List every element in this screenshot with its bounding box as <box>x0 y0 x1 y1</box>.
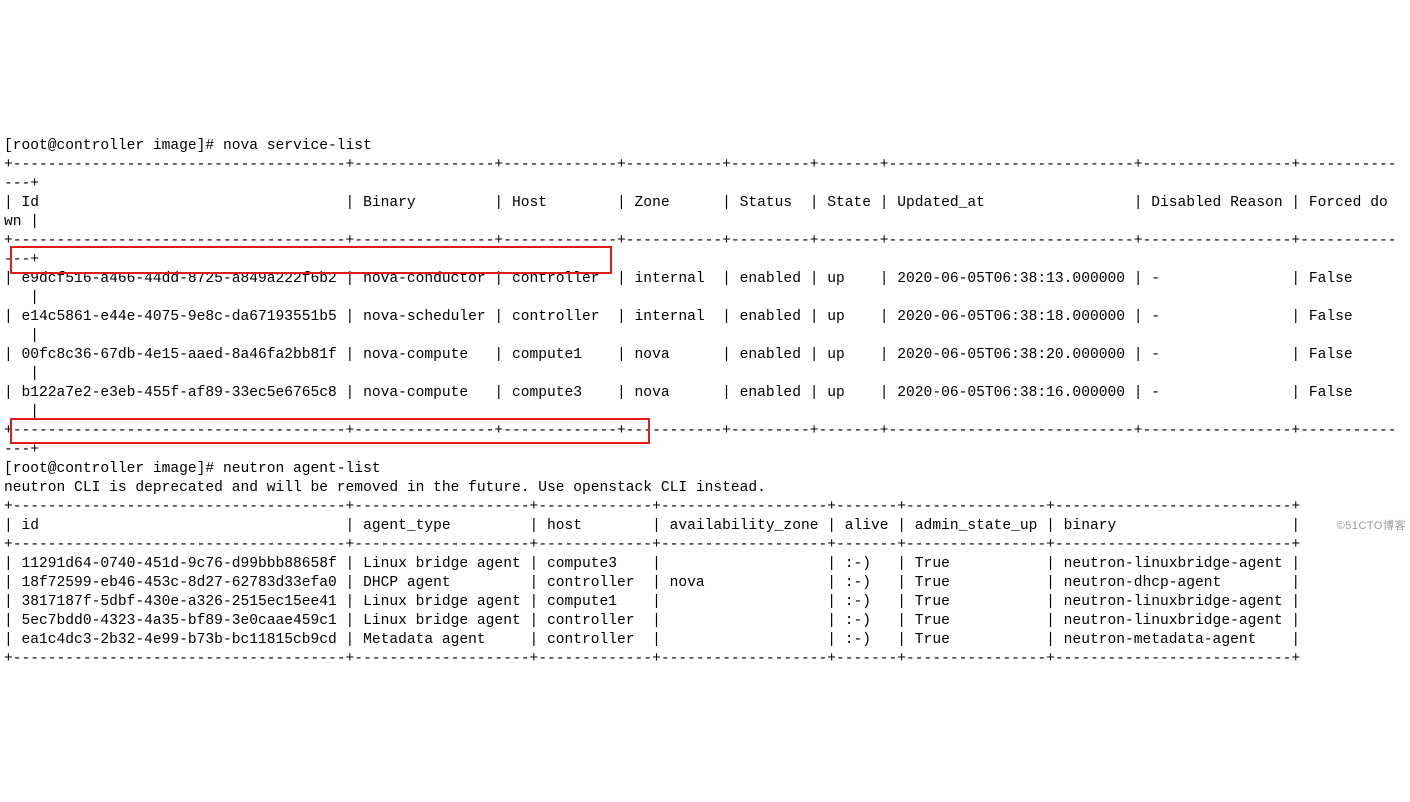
terminal-line: | <box>4 365 1406 384</box>
terminal-line: | 18f72599-eb46-453c-8d27-62783d33efa0 |… <box>4 574 1406 593</box>
terminal-line: | 00fc8c36-67db-4e15-aaed-8a46fa2bb81f |… <box>4 346 1406 365</box>
terminal-line: neutron CLI is deprecated and will be re… <box>4 479 1406 498</box>
terminal-line: +--------------------------------------+… <box>4 536 1406 555</box>
terminal-line: ---+ <box>4 441 1406 460</box>
terminal-line: | e14c5861-e44e-4075-9e8c-da67193551b5 |… <box>4 308 1406 327</box>
terminal-line: | e9dcf516-a466-44dd-8725-a849a222f6b2 |… <box>4 270 1406 289</box>
terminal-line: | Id | Binary | Host | Zone | Status | S… <box>4 194 1406 213</box>
terminal-line: +--------------------------------------+… <box>4 498 1406 517</box>
terminal-line: | <box>4 289 1406 308</box>
watermark: ©51CTO博客 <box>1337 517 1406 536</box>
terminal-line: | 11291d64-0740-451d-9c76-d99bbb88658f |… <box>4 555 1406 574</box>
terminal-line: | <box>4 327 1406 346</box>
terminal-line: +--------------------------------------+… <box>4 232 1406 251</box>
terminal-line: | 5ec7bdd0-4323-4a35-bf89-3e0caae459c1 |… <box>4 612 1406 631</box>
terminal-line: | b122a7e2-e3eb-455f-af89-33ec5e6765c8 |… <box>4 384 1406 403</box>
terminal-line: | id | agent_type | host | availability_… <box>4 517 1406 536</box>
terminal-line: +--------------------------------------+… <box>4 650 1406 669</box>
terminal-line: +--------------------------------------+… <box>4 156 1406 175</box>
terminal-output: [root@controller image]# nova service-li… <box>4 137 1406 669</box>
terminal-line: +--------------------------------------+… <box>4 422 1406 441</box>
terminal-line: wn | <box>4 213 1406 232</box>
terminal-line: [root@controller image]# neutron agent-l… <box>4 460 1406 479</box>
terminal-line: [root@controller image]# nova service-li… <box>4 137 1406 156</box>
terminal-line: | ea1c4dc3-2b32-4e99-b73b-bc11815cb9cd |… <box>4 631 1406 650</box>
terminal-line: | 3817187f-5dbf-430e-a326-2515ec15ee41 |… <box>4 593 1406 612</box>
terminal-line: ---+ <box>4 251 1406 270</box>
terminal-line: ---+ <box>4 175 1406 194</box>
terminal-line: | <box>4 403 1406 422</box>
